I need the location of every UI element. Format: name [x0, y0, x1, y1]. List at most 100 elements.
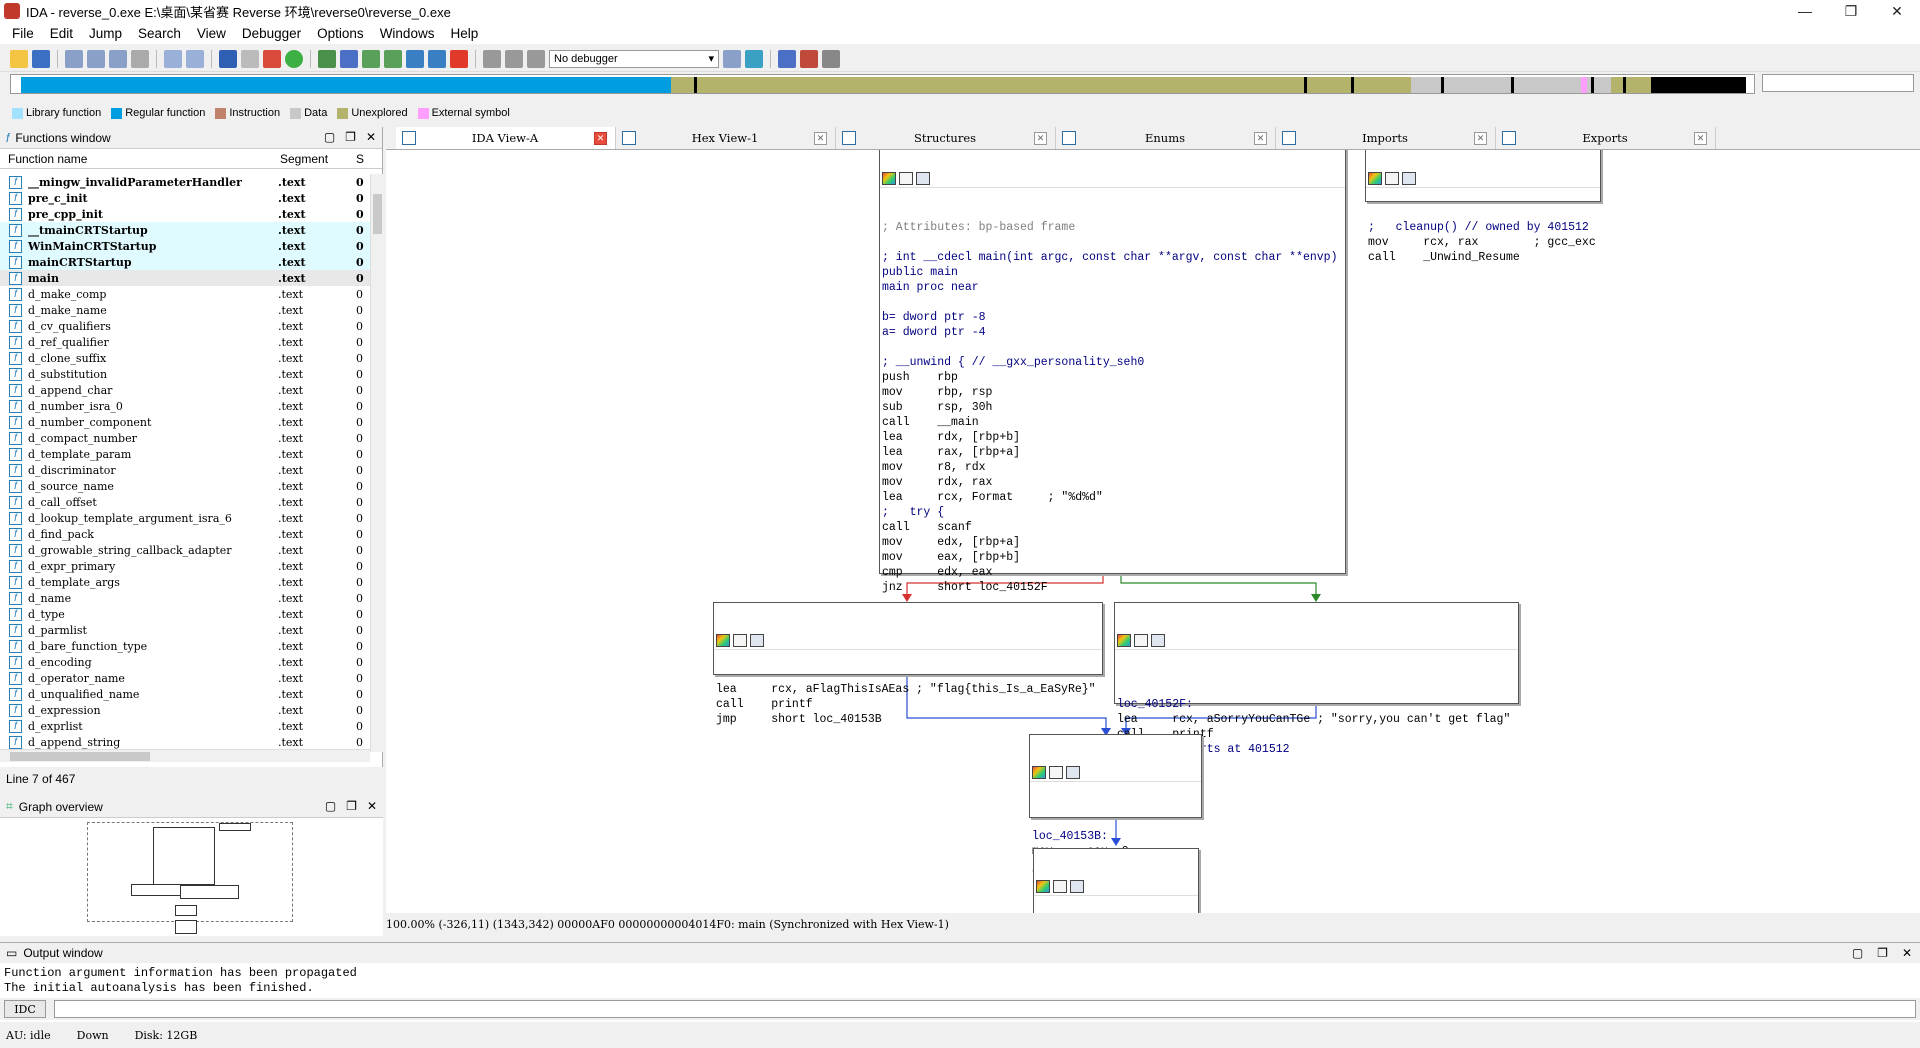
function-row[interactable]: f d_substitution .text 0: [0, 366, 370, 382]
code-line[interactable]: [1117, 682, 1516, 697]
triangle-icon[interactable]: [263, 49, 281, 68]
col-function-name[interactable]: Function name: [0, 152, 278, 166]
function-row[interactable]: f d_operator_name .text 0: [0, 670, 370, 686]
code-line[interactable]: lea rdx, [rbp+b]: [882, 430, 1343, 445]
function-row[interactable]: f d_call_offset .text 0: [0, 494, 370, 510]
menu-jump[interactable]: Jump: [81, 26, 130, 41]
code-line[interactable]: jnz short loc_40152F: [882, 580, 1343, 595]
code-line[interactable]: sub rsp, 30h: [882, 400, 1343, 415]
play-icon[interactable]: [483, 49, 501, 68]
function-row[interactable]: f d_encoding .text 0: [0, 654, 370, 670]
graph-node-flag[interactable]: lea rcx, aFlagThisIsAEas ; "flag{this_Is…: [713, 602, 1103, 726]
save-icon[interactable]: [32, 49, 50, 68]
menu-options[interactable]: Options: [309, 26, 372, 41]
code-line[interactable]: [882, 235, 1343, 250]
chart-icon[interactable]: [428, 49, 446, 68]
node-edit-icon[interactable]: [733, 634, 747, 647]
panel-close-icon[interactable]: ✕: [1902, 946, 1912, 960]
command-input[interactable]: [54, 1000, 1916, 1018]
function-row[interactable]: f d_parmlist .text 0: [0, 622, 370, 638]
function-row[interactable]: f __tmainCRTStartup .text 0: [0, 222, 370, 238]
restore-button[interactable]: ❐: [1828, 0, 1874, 22]
graph-node-cleanup[interactable]: ; cleanup() // owned by 401512 mov rcx, r…: [1365, 150, 1601, 264]
add-dropdown-icon[interactable]: [384, 49, 402, 68]
forward-icon[interactable]: [186, 49, 204, 68]
ida-graph-view[interactable]: ; Attributes: bp-based frame ; int __cdec…: [386, 149, 1920, 913]
tab-structures[interactable]: Structures ✕: [836, 127, 1056, 149]
jump-down-icon[interactable]: [219, 49, 237, 68]
cut-icon[interactable]: [65, 49, 83, 68]
paste-icon[interactable]: [109, 49, 127, 68]
tab-exports[interactable]: Exports ✕: [1496, 127, 1716, 149]
stop-icon[interactable]: [527, 49, 545, 68]
node-group-icon[interactable]: [1151, 634, 1165, 647]
function-row[interactable]: f d_make_comp .text 0: [0, 286, 370, 302]
tools-icon[interactable]: [822, 49, 840, 68]
node-color-icon[interactable]: [1117, 634, 1131, 647]
node-edit-icon[interactable]: [899, 172, 913, 185]
functions-horizontal-scrollbar[interactable]: [0, 749, 370, 762]
function-row[interactable]: f d_compact_number .text 0: [0, 430, 370, 446]
node-color-icon[interactable]: [1368, 172, 1382, 185]
code-line[interactable]: call scanf: [882, 520, 1343, 535]
function-row[interactable]: f pre_c_init .text 0: [0, 190, 370, 206]
col-s[interactable]: S: [356, 152, 364, 166]
panel-minimize-icon[interactable]: ▢: [324, 130, 335, 144]
add-icon[interactable]: [362, 49, 380, 68]
node-group-icon[interactable]: [1402, 172, 1416, 185]
function-row[interactable]: f d_unqualified_name .text 0: [0, 686, 370, 702]
node-edit-icon[interactable]: [1134, 634, 1148, 647]
code-line[interactable]: mov eax, [rbp+b]: [882, 550, 1343, 565]
function-row[interactable]: f d_exprlist .text 0: [0, 718, 370, 734]
code-line[interactable]: call __main: [882, 415, 1343, 430]
navigation-band[interactable]: [10, 74, 1755, 94]
function-row[interactable]: f d_ref_qualifier .text 0: [0, 334, 370, 350]
panel-float-icon[interactable]: ❐: [1877, 946, 1888, 960]
tab-close-icon[interactable]: ✕: [1034, 131, 1047, 145]
function-row[interactable]: f d_template_args .text 0: [0, 574, 370, 590]
panel-minimize-icon[interactable]: ▢: [325, 799, 336, 813]
debug-option-icon[interactable]: [723, 49, 741, 68]
menu-debugger[interactable]: Debugger: [234, 26, 309, 41]
col-segment[interactable]: Segment: [278, 152, 356, 166]
settings-icon[interactable]: [406, 49, 424, 68]
code-line[interactable]: ; try {: [882, 505, 1343, 520]
code-line[interactable]: mov r8, rdx: [882, 460, 1343, 475]
node-group-icon[interactable]: [1070, 880, 1084, 893]
debug-run-icon[interactable]: [745, 49, 763, 68]
graph2-icon[interactable]: [340, 49, 358, 68]
code-line[interactable]: cmp edx, eax: [882, 565, 1343, 580]
nav-dropdown[interactable]: [1762, 74, 1914, 92]
close-icon[interactable]: [450, 49, 468, 68]
node-color-icon[interactable]: [1032, 766, 1046, 779]
code-line[interactable]: jmp short loc_40153B: [716, 712, 1100, 727]
minimize-button[interactable]: —: [1782, 0, 1828, 22]
function-row[interactable]: f WinMainCRTStartup .text 0: [0, 238, 370, 254]
node-edit-icon[interactable]: [1049, 766, 1063, 779]
tab-close-icon[interactable]: ✕: [1474, 131, 1487, 145]
tab-close-icon[interactable]: ✕: [1254, 131, 1267, 145]
function-row[interactable]: f d_growable_string_callback_adapter .text…: [0, 542, 370, 558]
function-row[interactable]: f mainCRTStartup .text 0: [0, 254, 370, 270]
breakpoint-list-icon[interactable]: [778, 49, 796, 68]
code-line[interactable]: ; __unwind { // __gxx_personality_seh0: [882, 355, 1343, 370]
node-color-icon[interactable]: [716, 634, 730, 647]
function-row[interactable]: f d_template_param .text 0: [0, 446, 370, 462]
code-line[interactable]: [882, 340, 1343, 355]
graph-node-loc-40153b[interactable]: loc_40153B:mov eax, 0jmp short loc_40154…: [1029, 734, 1202, 873]
code-line[interactable]: main proc near: [882, 280, 1343, 295]
code-line[interactable]: b= dword ptr -8: [882, 310, 1343, 325]
node-color-icon[interactable]: [882, 172, 896, 185]
graph-icon[interactable]: [318, 49, 336, 68]
code-line[interactable]: mov edx, [rbp+a]: [882, 535, 1343, 550]
debugger-select[interactable]: No debugger ▾: [549, 49, 719, 68]
panel-close-icon[interactable]: ✕: [366, 130, 376, 144]
code-line[interactable]: lea rcx, aSorryYouCanTGe ; "sorry,you ca…: [1117, 712, 1516, 727]
menu-edit[interactable]: Edit: [42, 26, 81, 41]
panel-close-icon[interactable]: ✕: [367, 799, 377, 813]
graph-node-main[interactable]: ; Attributes: bp-based frame ; int __cdec…: [879, 150, 1346, 594]
code-line[interactable]: loc_40152F:: [1117, 697, 1516, 712]
menu-windows[interactable]: Windows: [372, 26, 443, 41]
jump-icon[interactable]: [241, 49, 259, 68]
function-row[interactable]: f d_number_isra_0 .text 0: [0, 398, 370, 414]
